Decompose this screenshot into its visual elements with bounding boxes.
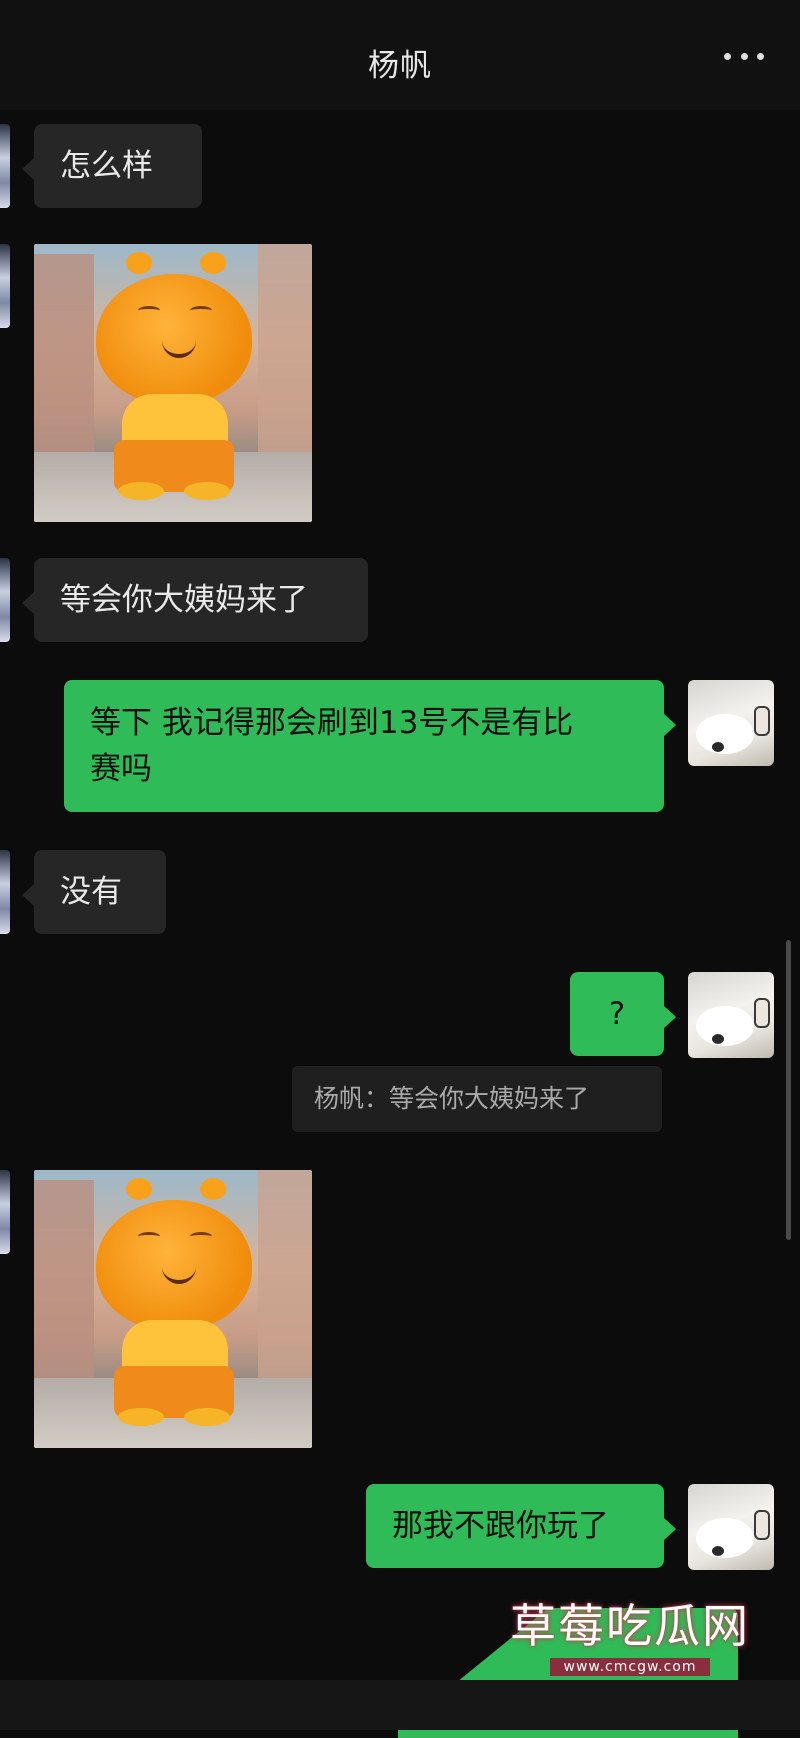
chat-title: 杨帆 (368, 48, 432, 84)
outgoing-message[interactable]: ? (570, 972, 676, 1056)
my-avatar[interactable] (688, 1484, 774, 1570)
contact-avatar[interactable] (0, 244, 10, 328)
quoted-message[interactable]: 杨帆：等会你大姨妈来了 (292, 1066, 662, 1132)
incoming-message[interactable]: 没有 (22, 850, 166, 934)
sticker-image[interactable] (34, 1170, 312, 1448)
sticker-image[interactable] (34, 244, 312, 522)
outgoing-message[interactable]: 那我不跟你玩了 (366, 1484, 676, 1568)
watermark-text: 草莓吃瓜网 (510, 1599, 750, 1653)
bottom-bar (0, 1680, 800, 1730)
scrollbar[interactable] (786, 940, 791, 1240)
incoming-message[interactable]: 等会你大姨妈来了 (22, 558, 368, 642)
contact-avatar[interactable] (0, 850, 10, 934)
my-avatar[interactable] (688, 972, 774, 1058)
contact-avatar[interactable] (0, 124, 10, 208)
more-dots-icon[interactable] (724, 50, 764, 62)
incoming-message[interactable]: 怎么样 (22, 124, 202, 208)
contact-avatar[interactable] (0, 558, 10, 642)
watermark: 草莓吃瓜网 www.cmcgw.com (510, 1590, 750, 1676)
chat-header: 杨帆 (0, 0, 800, 110)
watermark-url: www.cmcgw.com (549, 1658, 711, 1676)
contact-avatar[interactable] (0, 1170, 10, 1254)
outgoing-message[interactable]: 等下 我记得那会刷到13号不是有比 赛吗 (64, 680, 676, 812)
my-avatar[interactable] (688, 680, 774, 766)
